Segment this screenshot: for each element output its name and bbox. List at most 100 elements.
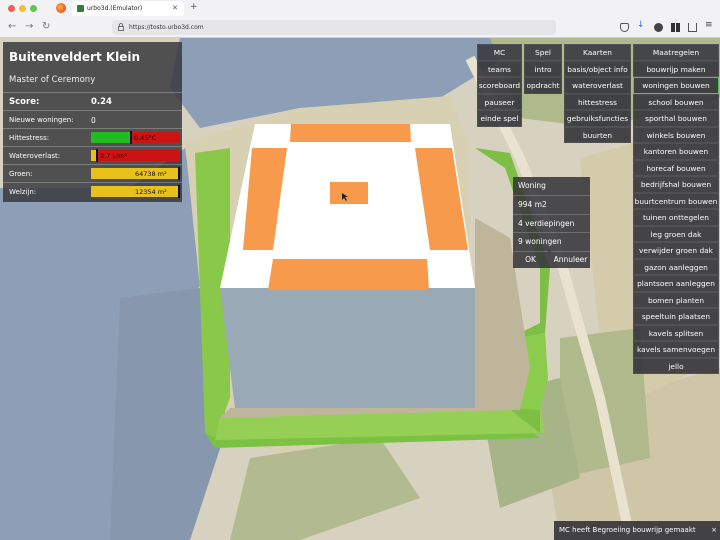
indicator-bar: 12354 m² bbox=[91, 185, 180, 198]
menu-item[interactable]: leg groen dak bbox=[633, 225, 719, 242]
menu-item[interactable]: scoreboard bbox=[477, 77, 522, 94]
menu-item[interactable]: sporthal bouwen bbox=[633, 110, 719, 127]
window-maximize-button[interactable] bbox=[30, 5, 37, 12]
menu-item[interactable]: jello bbox=[633, 357, 719, 374]
firefox-icon[interactable] bbox=[56, 3, 66, 13]
menu-item[interactable]: wateroverlast bbox=[564, 77, 631, 94]
navigation-bar: ← → ↻ https://tosto.urbo3d.com ↓ ≡ bbox=[0, 17, 720, 38]
menu-item[interactable]: pauseer bbox=[477, 93, 522, 110]
menu-item[interactable]: kantoren bouwen bbox=[633, 143, 719, 160]
forward-button[interactable]: → bbox=[25, 21, 33, 32]
menu-item[interactable]: hittestress bbox=[564, 93, 631, 110]
menu-header[interactable]: Spel bbox=[524, 44, 562, 61]
notification-close-icon[interactable]: × bbox=[711, 521, 717, 539]
reload-button[interactable]: ↻ bbox=[42, 21, 50, 32]
score-row: Score: 0.24 bbox=[3, 92, 182, 110]
score-value: 0.24 bbox=[91, 97, 112, 107]
popup-floors: 4 verdiepingen bbox=[518, 219, 575, 228]
menu-item[interactable]: gazon aanleggen bbox=[633, 258, 719, 275]
role-label: Master of Ceremony bbox=[9, 75, 96, 85]
indicator-row: Groen: 64738 m² bbox=[3, 164, 182, 182]
menu-item[interactable]: gebruiksfuncties bbox=[564, 110, 631, 127]
menu-item[interactable]: teams bbox=[477, 60, 522, 77]
menu-item[interactable]: verwijder groen dak bbox=[633, 242, 719, 259]
menu-item[interactable]: tuinen onttegelen bbox=[633, 209, 719, 226]
indicator-label: Hittestress: bbox=[9, 134, 50, 142]
indicator-value: 64738 m² bbox=[135, 170, 167, 178]
indicator-label: Welzijn: bbox=[9, 188, 37, 196]
woning-popup: Woning 994 m2 4 verdiepingen 9 woningen … bbox=[513, 177, 590, 268]
popup-homes: 9 woningen bbox=[518, 237, 562, 246]
menu-item[interactable]: intro bbox=[524, 60, 562, 77]
apps-grid-icon[interactable] bbox=[671, 23, 680, 32]
menu-item[interactable]: kavels samenvoegen bbox=[633, 341, 719, 358]
notification-toast: MC heeft Begroeiing bouwrijp gemaakt × bbox=[554, 521, 720, 540]
browser-tab[interactable]: urbo3d.(Emulator) ✕ bbox=[72, 1, 184, 16]
menu-item[interactable]: bouwrijp maken bbox=[633, 60, 719, 77]
notification-text: MC heeft Begroeiing bouwrijp gemaakt bbox=[559, 526, 696, 534]
download-icon[interactable]: ↓ bbox=[637, 20, 646, 30]
score-label: Score: bbox=[9, 97, 40, 107]
menu-item[interactable]: buurten bbox=[564, 126, 631, 143]
extension-icon[interactable] bbox=[654, 23, 663, 32]
popup-title-row: Woning bbox=[513, 177, 590, 195]
new-homes-label: Nieuwe woningen: bbox=[9, 116, 74, 124]
indicator-row: Wateroverlast: 2.7 L/m² bbox=[3, 146, 182, 164]
browser-chrome: urbo3d.(Emulator) ✕ + ← → ↻ https://tost… bbox=[0, 0, 720, 38]
share-icon[interactable] bbox=[688, 23, 697, 32]
indicator-label: Groen: bbox=[9, 170, 33, 178]
popup-floors-row[interactable]: 4 verdiepingen bbox=[513, 214, 590, 232]
menu-header[interactable]: Kaarten bbox=[564, 44, 631, 61]
popup-area-row: 994 m2 bbox=[513, 195, 590, 213]
popup-title: Woning bbox=[518, 181, 546, 190]
menu-item[interactable]: bedrijfshal bouwen bbox=[633, 176, 719, 193]
window-minimize-button[interactable] bbox=[19, 5, 26, 12]
menu-item[interactable]: woningen bouwen bbox=[633, 77, 719, 94]
new-homes-value: 0 bbox=[91, 116, 96, 125]
popup-area: 994 m2 bbox=[518, 200, 547, 209]
menu-item[interactable]: bomen planten bbox=[633, 291, 719, 308]
indicator-row: Welzijn: 12354 m² bbox=[3, 182, 182, 200]
tab-strip: urbo3d.(Emulator) ✕ + bbox=[0, 0, 720, 16]
ok-button[interactable]: OK bbox=[513, 251, 548, 268]
project-title: Buitenveldert Klein bbox=[9, 50, 141, 64]
url-text: https://tosto.urbo3d.com bbox=[129, 24, 204, 31]
popup-homes-row[interactable]: 9 woningen bbox=[513, 232, 590, 250]
shield-icon[interactable] bbox=[620, 23, 629, 32]
back-button[interactable]: ← bbox=[8, 21, 16, 32]
menu-item[interactable]: winkels bouwen bbox=[633, 126, 719, 143]
building-wall bbox=[220, 288, 475, 408]
menu-item[interactable]: einde spel bbox=[477, 110, 522, 127]
indicator-value: 12354 m² bbox=[135, 188, 167, 196]
hamburger-menu-icon[interactable]: ≡ bbox=[705, 20, 714, 30]
menu-item[interactable]: buurtcentrum bouwen bbox=[633, 192, 719, 209]
tab-close-icon[interactable]: ✕ bbox=[172, 4, 178, 12]
menu-header[interactable]: MC bbox=[477, 44, 522, 61]
indicator-value: 2.7 L/m² bbox=[100, 152, 128, 160]
cancel-button[interactable]: Annuleer bbox=[551, 251, 590, 268]
menu-item[interactable]: school bouwen bbox=[633, 93, 719, 110]
indicator-bar-marker bbox=[130, 131, 132, 144]
info-panel: Buitenveldert Klein Master of Ceremony S… bbox=[3, 42, 182, 202]
indicator-bar-fill bbox=[91, 132, 130, 143]
indicator-bar: 0.45°C bbox=[91, 131, 180, 144]
indicator-bar-marker bbox=[178, 185, 180, 198]
url-bar[interactable]: https://tosto.urbo3d.com bbox=[112, 20, 556, 35]
indicator-label: Wateroverlast: bbox=[9, 152, 61, 160]
menu-item[interactable]: opdracht bbox=[524, 77, 562, 94]
menu-item[interactable]: plantsoen aanleggen bbox=[633, 275, 719, 292]
menu-item[interactable]: speeltuin plaatsen bbox=[633, 308, 719, 325]
menu-header[interactable]: Maatregelen bbox=[633, 44, 719, 61]
indicator-bar-marker bbox=[96, 149, 98, 162]
new-tab-button[interactable]: + bbox=[190, 2, 198, 12]
window-close-button[interactable] bbox=[8, 5, 15, 12]
menu-item[interactable]: horecaf bouwen bbox=[633, 159, 719, 176]
menu-item[interactable]: basis/object info bbox=[564, 60, 631, 77]
indicator-row: Hittestress: 0.45°C bbox=[3, 128, 182, 146]
favicon-icon bbox=[77, 5, 84, 12]
indicator-bar: 64738 m² bbox=[91, 167, 180, 180]
tab-title: urbo3d.(Emulator) bbox=[87, 5, 143, 12]
indicator-value: 0.45°C bbox=[134, 134, 157, 142]
menu-item[interactable]: kavels splitsen bbox=[633, 324, 719, 341]
indicator-bar: 2.7 L/m² bbox=[91, 149, 180, 162]
